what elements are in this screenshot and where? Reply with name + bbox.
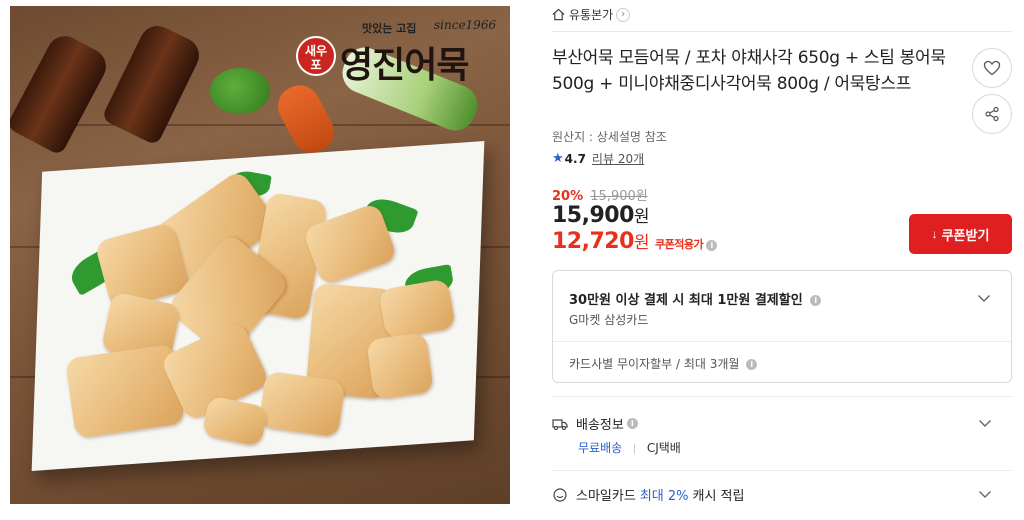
- smile-card-suffix: 캐시 적립: [692, 489, 745, 504]
- coupon-price-unit: 원: [633, 233, 650, 253]
- rating-summary: ★ 4.7 리뷰 20개: [552, 150, 644, 167]
- broccoli: [210, 68, 270, 114]
- divider: [552, 396, 1012, 397]
- smile-icon: [553, 487, 567, 502]
- info-icon[interactable]: i: [746, 359, 758, 370]
- coupon-price-amount: 12,720: [552, 229, 634, 254]
- rating-score: 4.7: [564, 151, 586, 166]
- store-name: 유통본가: [569, 8, 614, 22]
- fishcake-piece: [258, 370, 346, 438]
- brand-logo: 새우 포 맛있는 고집 since1966 영진어묵: [292, 14, 504, 88]
- chevron-right-icon: ›: [616, 7, 631, 22]
- info-icon[interactable]: i: [626, 418, 638, 429]
- review-link[interactable]: 리뷰 20개: [592, 150, 644, 167]
- chevron-down-icon[interactable]: [977, 291, 991, 305]
- card-name: G마켓 삼성카드: [569, 313, 649, 327]
- info-icon[interactable]: i: [706, 240, 718, 251]
- logo-name: 영진어묵: [340, 44, 469, 86]
- product-title: 부산어묵 모듬어묵 / 포차 야채사각 650g + 스팀 봉어묵 500g +…: [552, 48, 946, 94]
- shipping-label: 배송정보: [576, 418, 624, 433]
- store-link[interactable]: 유통본가 ›: [552, 6, 631, 23]
- card-benefit-box[interactable]: 30만원 이상 결제 시 최대 1만원 결제할인 i G마켓 삼성카드 카드사별…: [552, 270, 1012, 383]
- carrot: [271, 78, 341, 160]
- info-icon[interactable]: i: [810, 295, 822, 306]
- carrier-name: CJ택배: [646, 441, 681, 455]
- sale-price: 15,900원: [552, 202, 650, 228]
- sale-price-amount: 15,900: [552, 203, 634, 228]
- coupon-price: 12,720 원 쿠폰적용가 i: [552, 228, 718, 254]
- smile-card-prefix: 스마일카드: [576, 489, 636, 504]
- chevron-down-icon[interactable]: [978, 487, 992, 501]
- star-icon: ★: [552, 151, 564, 166]
- fishcake-piece: [366, 332, 434, 400]
- heart-icon: [983, 60, 1001, 76]
- logo-tagline: 맛있는 고집: [362, 22, 417, 35]
- divider: [553, 341, 1011, 342]
- product-info-panel: 유통본가 › 부산어묵 모듬어묵 / 포차 야채사각 650g + 스팀 봉어묵…: [552, 0, 1012, 520]
- wishlist-button[interactable]: [972, 48, 1012, 88]
- installment-text: 카드사별 무이자할부 / 최대 3개월: [569, 357, 740, 371]
- truck-icon: [552, 418, 568, 430]
- smile-card-highlight: 최대 2%: [639, 489, 689, 504]
- divider: [552, 470, 1012, 471]
- free-shipping: 무료배송: [578, 441, 623, 455]
- origin-text: 원산지 : 상세설명 참조: [552, 130, 667, 144]
- coupon-button-label: 쿠폰받기: [941, 227, 990, 243]
- download-icon: ↓: [931, 227, 938, 241]
- pepper-grinder: [101, 19, 205, 147]
- smile-card-row[interactable]: 스마일카드 최대 2% 캐시 적립: [552, 485, 744, 504]
- coupon-price-label: 쿠폰적용가: [655, 238, 704, 251]
- card-benefit-title-text: 30만원 이상 결제 시 최대 1만원 결제할인: [569, 293, 803, 308]
- home-icon: [552, 8, 565, 21]
- pepper-grinder: [10, 29, 113, 157]
- sale-price-unit: 원: [633, 207, 650, 227]
- installment-info: 카드사별 무이자할부 / 최대 3개월 i: [569, 355, 758, 372]
- shipping-info-row[interactable]: 배송정보 i: [552, 414, 638, 433]
- chevron-down-icon[interactable]: [978, 416, 992, 430]
- shipping-details: 무료배송 CJ택배: [578, 439, 681, 456]
- share-button[interactable]: [972, 94, 1012, 134]
- share-icon: [985, 106, 999, 122]
- logo-badge: 새우 포: [296, 36, 336, 76]
- card-benefit-title: 30만원 이상 결제 시 최대 1만원 결제할인 i: [569, 289, 822, 308]
- logo-since: since1966: [434, 18, 497, 32]
- divider: [552, 31, 1012, 32]
- divider: [634, 443, 635, 454]
- product-image[interactable]: 새우 포 맛있는 고집 since1966 영진어묵: [10, 6, 510, 504]
- coupon-download-button[interactable]: ↓ 쿠폰받기: [909, 214, 1012, 254]
